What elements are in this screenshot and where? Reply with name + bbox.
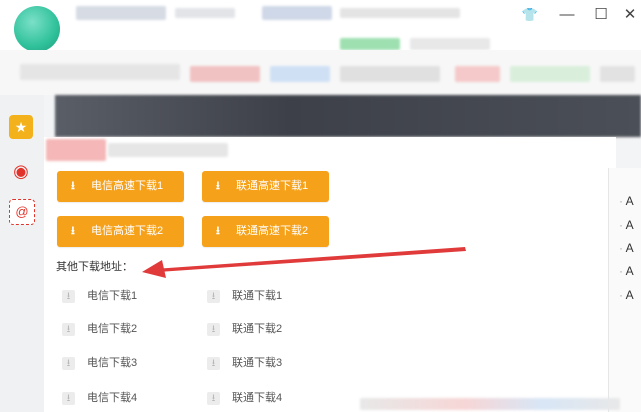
toolbar-blur[interactable] xyxy=(600,66,635,82)
toolbar xyxy=(0,50,641,95)
download-icon: ⭳ xyxy=(62,322,75,336)
download-icon: ⭳ xyxy=(207,289,220,303)
side-item[interactable]: A xyxy=(619,288,634,302)
annotation-arrow xyxy=(142,247,466,278)
telecom-fast-download-1-button[interactable]: ⭳ 电信高速下载1 xyxy=(57,171,184,202)
tab-blur[interactable] xyxy=(262,6,332,20)
button-label: 电信高速下载2 xyxy=(91,225,164,237)
header-blur xyxy=(108,143,228,157)
telecom-download-3-link[interactable]: ⭳ 电信下载3 xyxy=(62,354,137,372)
tab-blur[interactable] xyxy=(76,6,166,20)
button-label: 联通高速下载1 xyxy=(236,180,309,192)
unicom-download-1-link[interactable]: ⭳ 联通下载1 xyxy=(207,287,282,305)
toolbar-blur[interactable] xyxy=(455,66,500,82)
toolbar-blur[interactable] xyxy=(190,66,260,82)
telecom-download-4-link[interactable]: ⭳ 电信下载4 xyxy=(62,389,137,407)
title-bar: 👕 — ☐ ✕ xyxy=(0,0,641,52)
address-bar[interactable] xyxy=(55,95,641,137)
app-logo xyxy=(14,6,60,52)
header-blur xyxy=(46,139,106,161)
download-icon: ⭳ xyxy=(62,391,75,405)
telecom-download-1-link[interactable]: ⭳ 电信下载1 xyxy=(62,287,137,305)
other-downloads-label: 其他下载地址： xyxy=(56,261,133,273)
close-button[interactable]: ✕ xyxy=(619,4,641,26)
button-label: 电信高速下载1 xyxy=(91,180,164,192)
unicom-download-2-link[interactable]: ⭳ 联通下载2 xyxy=(207,320,282,338)
toolbar-blur[interactable] xyxy=(340,66,440,82)
toolbar-blur[interactable] xyxy=(20,64,180,80)
arrow-head xyxy=(142,260,166,278)
right-side-panel: A A A A A xyxy=(608,168,641,412)
link-label: 联通下载1 xyxy=(232,290,283,302)
arrow-shaft xyxy=(154,247,466,272)
download-icon: ⭳ xyxy=(62,289,75,303)
at-icon[interactable]: @ xyxy=(9,199,35,225)
button-label: 联通高速下载2 xyxy=(236,225,309,237)
skin-button[interactable]: 👕 xyxy=(519,4,541,26)
download-icon: ⭳ xyxy=(62,356,75,370)
download-icon: ⭳ xyxy=(216,225,220,237)
side-item[interactable]: A xyxy=(619,241,634,255)
toolbar-blur[interactable] xyxy=(270,66,330,82)
download-icon: ⭳ xyxy=(207,322,220,336)
tab-blur[interactable] xyxy=(340,8,460,18)
download-icon: ⭳ xyxy=(71,225,75,237)
minimize-button[interactable]: — xyxy=(556,4,578,26)
star-icon[interactable]: ★ xyxy=(9,115,33,139)
toolbar-blur[interactable] xyxy=(510,66,590,82)
maximize-button[interactable]: ☐ xyxy=(590,4,612,26)
link-label: 联通下载2 xyxy=(232,323,283,335)
telecom-download-2-link[interactable]: ⭳ 电信下载2 xyxy=(62,320,137,338)
tab-blur[interactable] xyxy=(410,38,490,50)
download-icon: ⭳ xyxy=(207,391,220,405)
unicom-download-4-link[interactable]: ⭳ 联通下载4 xyxy=(207,389,282,407)
link-label: 联通下载3 xyxy=(232,357,283,369)
bottom-blur xyxy=(360,398,620,410)
telecom-fast-download-2-button[interactable]: ⭳ 电信高速下载2 xyxy=(57,216,184,247)
link-label: 电信下载4 xyxy=(87,392,138,404)
unicom-fast-download-1-button[interactable]: ⭳ 联通高速下载1 xyxy=(202,171,329,202)
link-label: 电信下载3 xyxy=(87,357,138,369)
left-sidebar: ★ ◉ @ xyxy=(0,95,44,412)
tab-blur[interactable] xyxy=(340,38,400,50)
download-icon: ⭳ xyxy=(207,356,220,370)
side-item[interactable]: A xyxy=(619,194,634,208)
link-label: 电信下载1 xyxy=(87,290,138,302)
download-icon: ⭳ xyxy=(216,180,220,192)
side-item[interactable]: A xyxy=(619,218,634,232)
download-icon: ⭳ xyxy=(71,180,75,192)
weibo-icon[interactable]: ◉ xyxy=(9,159,33,183)
unicom-fast-download-2-button[interactable]: ⭳ 联通高速下载2 xyxy=(202,216,329,247)
link-label: 电信下载2 xyxy=(87,323,138,335)
side-item[interactable]: A xyxy=(619,264,634,278)
link-label: 联通下载4 xyxy=(232,392,283,404)
unicom-download-3-link[interactable]: ⭳ 联通下载3 xyxy=(207,354,282,372)
tab-blur[interactable] xyxy=(175,8,235,18)
